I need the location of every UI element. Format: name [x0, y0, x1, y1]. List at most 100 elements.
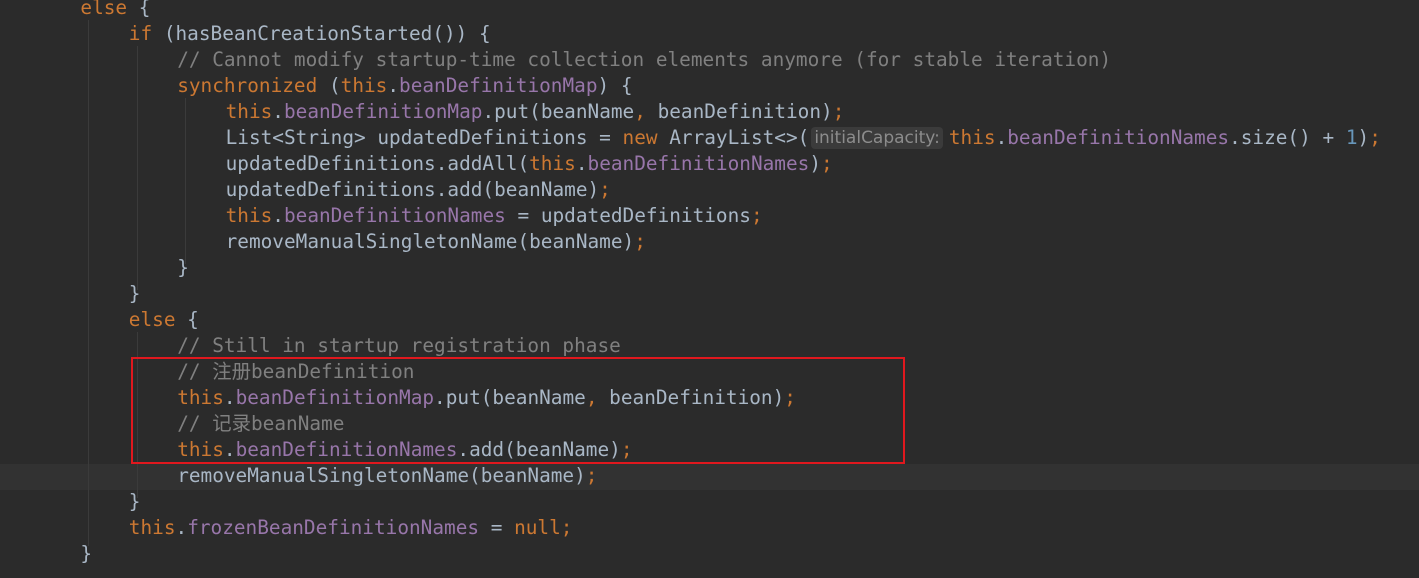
code-token: null [514, 516, 561, 539]
code-line[interactable]: // 记录beanName [177, 411, 344, 437]
code-line[interactable]: synchronized (this.beanDefinitionMap) { [177, 73, 632, 99]
code-token: this [948, 126, 996, 149]
code-token: // 记录beanName [177, 412, 345, 435]
code-token: . [272, 204, 284, 227]
code-token: beanDefinitionMap [283, 100, 483, 123]
code-token: beanDefinitionMap [235, 386, 435, 409]
code-line[interactable]: else { [129, 307, 199, 333]
code-token: = updatedDefinitions [505, 204, 751, 227]
code-token: ArrayList<>( [669, 126, 810, 149]
code-token: ; [832, 100, 845, 123]
code-line[interactable]: // Still in startup registration phase [177, 333, 621, 359]
code-token: = [479, 516, 515, 539]
code-line[interactable]: } [129, 281, 141, 307]
code-token: else [80, 0, 139, 19]
code-token: // 注册beanDefinition [177, 360, 415, 383]
code-line[interactable]: this.beanDefinitionNames = updatedDefini… [226, 203, 763, 229]
code-token: } [80, 542, 93, 565]
code-token: (hasBeanCreationStarted()) { [163, 22, 491, 45]
code-token: } [128, 490, 141, 513]
code-token: ( [328, 74, 341, 97]
code-editor[interactable]: else {if (hasBeanCreationStarted()) {// … [0, 0, 1419, 578]
code-token: beanDefinitionNames [235, 438, 458, 461]
code-token: this [225, 204, 273, 227]
code-token: if [128, 22, 164, 45]
code-token: , [585, 386, 610, 409]
code-line[interactable]: if (hasBeanCreationStarted()) { [129, 21, 491, 47]
code-line[interactable]: } [129, 489, 141, 515]
code-token: List<String> updatedDefinitions = [225, 126, 623, 149]
code-token: ) { [597, 74, 633, 97]
code-token: ) [809, 152, 822, 175]
code-token: new [622, 126, 670, 149]
code-token: . [272, 100, 284, 123]
code-token: ; [784, 386, 796, 409]
code-token: . [995, 126, 1008, 149]
code-token: beanDefinitionNames [587, 152, 810, 175]
code-token: , [634, 100, 658, 123]
code-token: beanDefinition) [609, 386, 785, 409]
code-line[interactable]: updatedDefinitions.addAll(this.beanDefin… [226, 151, 833, 177]
code-token: } [177, 256, 189, 279]
code-line[interactable]: removeManualSingletonName(beanName); [226, 229, 646, 255]
code-line[interactable]: else { [80, 0, 150, 21]
code-token: .put(beanName [434, 386, 586, 409]
indent-guide-line [136, 46, 138, 290]
code-token: removeManualSingletonName(beanName) [177, 464, 586, 487]
code-line[interactable]: } [177, 255, 189, 281]
indent-guide-line [136, 332, 138, 498]
code-token: // Cannot modify startup-time collection… [177, 48, 1112, 71]
code-token: this [177, 386, 224, 409]
code-token: . [223, 438, 236, 461]
code-token: updatedDefinitions.add(beanName) [225, 178, 600, 201]
code-token: ; [750, 204, 763, 227]
code-token: beanDefinitionNames [1007, 126, 1230, 149]
code-line[interactable]: updatedDefinitions.add(beanName); [226, 177, 611, 203]
code-token: this [529, 152, 576, 175]
code-token: { [187, 308, 199, 331]
code-token: this [340, 74, 388, 97]
code-line[interactable]: this.frozenBeanDefinitionNames = null; [129, 515, 573, 541]
code-line[interactable]: // 注册beanDefinition [177, 359, 414, 385]
code-token: ; [599, 178, 611, 201]
code-token: . [387, 74, 400, 97]
code-token: beanDefinitionNames [283, 204, 506, 227]
code-token: beanDefinitionMap [399, 74, 598, 97]
code-token: . [223, 386, 236, 409]
code-token: ) [1357, 126, 1370, 149]
code-token: . [575, 152, 588, 175]
parameter-hint: initialCapacity: [811, 127, 943, 149]
indent-guide-line [185, 98, 187, 264]
indent-guide-line [88, 20, 90, 546]
code-token: ; [821, 152, 833, 175]
code-token: . [175, 516, 188, 539]
code-token: frozenBeanDefinitionNames [187, 516, 480, 539]
code-token: removeManualSingletonName(beanName) [225, 230, 635, 253]
code-token: ; [1369, 126, 1381, 149]
code-token: .put(beanName [482, 100, 635, 123]
code-token: beanDefinition) [657, 100, 833, 123]
code-token: .size() + [1229, 126, 1346, 149]
code-line[interactable]: } [80, 541, 92, 567]
code-line[interactable]: this.beanDefinitionMap.put(beanName, bea… [177, 385, 796, 411]
code-line[interactable]: List<String> updatedDefinitions = new Ar… [226, 125, 1381, 151]
code-line[interactable]: removeManualSingletonName(beanName); [177, 463, 597, 489]
code-token: updatedDefinitions.addAll( [225, 152, 530, 175]
code-line[interactable]: // Cannot modify startup-time collection… [177, 47, 1111, 73]
code-token: else [128, 308, 188, 331]
code-token: ; [634, 230, 646, 253]
code-token: this [128, 516, 176, 539]
code-line[interactable]: this.beanDefinitionMap.put(beanName, bea… [226, 99, 845, 125]
code-token: .add(beanName) [457, 438, 621, 461]
code-line[interactable]: this.beanDefinitionNames.add(beanName); [177, 437, 632, 463]
code-token: ; [585, 464, 598, 487]
code-token: ; [560, 516, 573, 539]
code-token: { [138, 0, 151, 19]
code-token: this [177, 438, 224, 461]
code-token: // Still in startup registration phase [177, 334, 621, 357]
code-token: synchronized [177, 74, 329, 97]
code-token: ; [620, 438, 633, 461]
code-token: this [225, 100, 273, 123]
code-token: } [128, 282, 141, 305]
code-token: 1 [1345, 126, 1358, 149]
